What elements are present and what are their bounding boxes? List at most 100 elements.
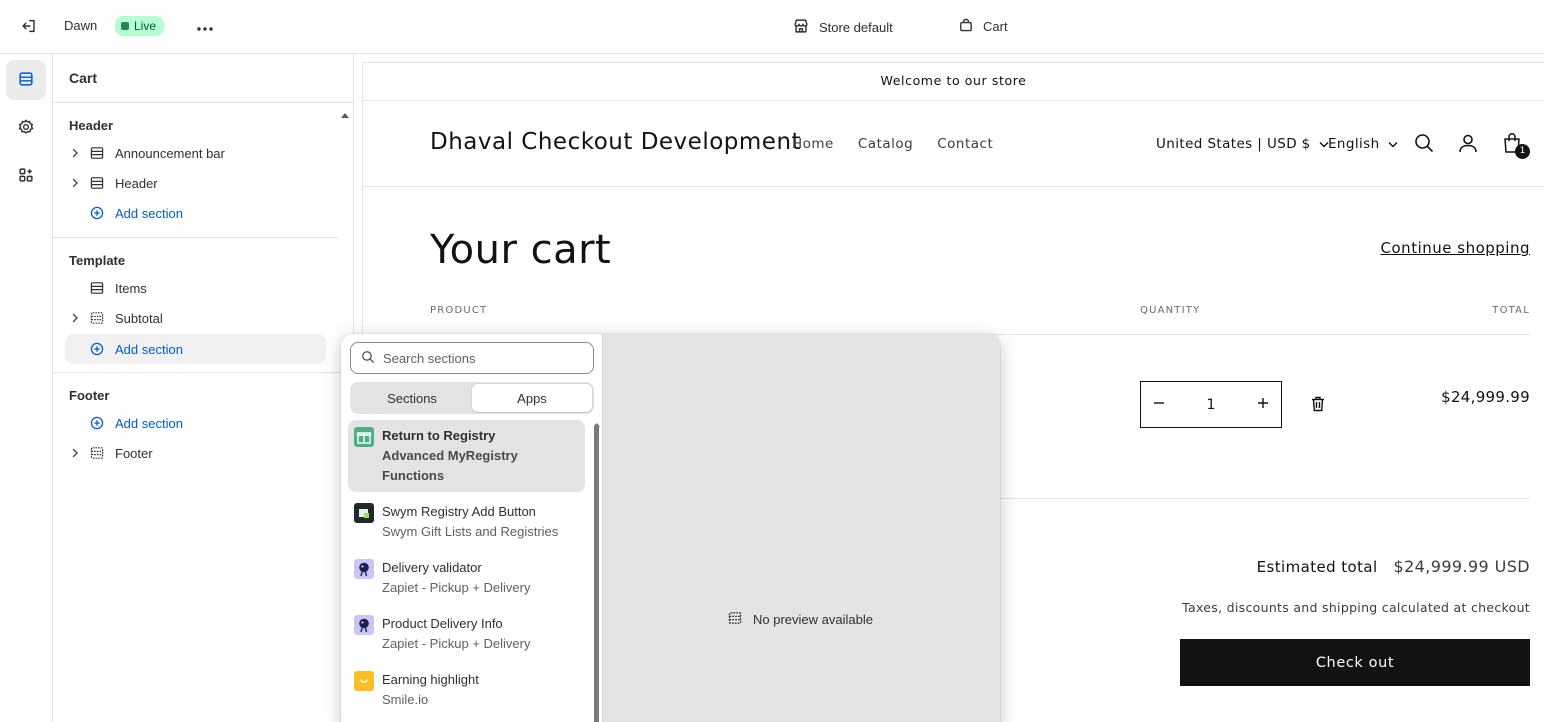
chevron-right-icon[interactable] xyxy=(65,308,85,328)
theme-name: Dawn xyxy=(64,18,98,33)
add-section-template-button[interactable]: Add section xyxy=(65,334,326,364)
search-icon[interactable] xyxy=(1412,131,1436,155)
swym-icon xyxy=(354,503,374,523)
picker-list: Sections Apps Return to Registry Advance… xyxy=(341,334,602,722)
app-block-delivery-validator[interactable]: Delivery validator Zapiet - Pickup + Del… xyxy=(348,552,585,604)
no-preview-label: No preview available xyxy=(753,612,873,627)
sections-icon xyxy=(17,70,35,91)
tab-apps[interactable]: Apps xyxy=(472,384,592,412)
ellipsis-icon xyxy=(196,20,214,35)
nav-home[interactable]: Home xyxy=(792,136,834,152)
editor-topbar: Dawn Live Store default Cart xyxy=(0,0,1544,54)
tree-item-items[interactable]: Items xyxy=(65,273,326,303)
tab-sections[interactable]: Sections xyxy=(352,384,472,412)
group-title-template: Template xyxy=(69,253,126,268)
add-section-footer-button[interactable]: Add section xyxy=(65,408,326,438)
page-selector[interactable]: Store default xyxy=(792,17,893,38)
quantity-stepper[interactable]: 1 xyxy=(1140,381,1282,428)
estimated-total-row: Estimated total $24,999.99 USD xyxy=(1257,557,1530,576)
nav-contact[interactable]: Contact xyxy=(937,136,993,152)
chevron-down-icon xyxy=(1388,136,1398,152)
section-icon xyxy=(87,173,107,193)
gift-icon xyxy=(354,427,374,447)
tree-item-label: Footer xyxy=(115,445,153,461)
app-block-earning-highlight[interactable]: Earning highlight Smile.io xyxy=(348,664,585,716)
rail-settings-button[interactable] xyxy=(6,108,46,148)
plus-icon[interactable] xyxy=(1257,397,1269,413)
panel-divider xyxy=(53,372,353,373)
search-sections-field[interactable] xyxy=(350,342,594,374)
app-block-product-delivery-info[interactable]: Product Delivery Info Zapiet - Pickup + … xyxy=(348,608,585,660)
nav-catalog[interactable]: Catalog xyxy=(858,136,913,152)
picker-tabs: Sections Apps xyxy=(350,382,594,414)
editor-rail xyxy=(0,54,53,722)
group-title-header: Header xyxy=(69,118,114,133)
live-badge-label: Live xyxy=(134,19,157,33)
bag-icon xyxy=(958,17,974,36)
add-section-picker: Sections Apps Return to Registry Advance… xyxy=(341,334,1000,722)
tree-item-header[interactable]: Header xyxy=(65,168,326,198)
quantity-value[interactable]: 1 xyxy=(1207,397,1216,413)
estimated-total-value: $24,999.99 USD xyxy=(1393,557,1530,576)
plus-circle-icon xyxy=(87,203,107,223)
announcement-bar: Welcome to our store xyxy=(363,63,1544,101)
tree-item-label: Header xyxy=(115,175,158,191)
panel-divider xyxy=(53,237,338,238)
smile-icon xyxy=(354,671,374,691)
chevron-right-icon[interactable] xyxy=(65,443,85,463)
section-icon xyxy=(87,278,107,298)
exit-button[interactable] xyxy=(16,14,42,40)
tree-item-announcement-bar[interactable]: Announcement bar xyxy=(65,138,326,168)
app-block-swym-registry[interactable]: Swym Registry Add Button Swym Gift Lists… xyxy=(348,496,585,548)
gear-icon xyxy=(17,118,35,139)
app-block-name: Earning highlight xyxy=(382,672,479,687)
continue-shopping-link[interactable]: Continue shopping xyxy=(1381,239,1530,257)
col-header-total: TOTAL xyxy=(1492,305,1530,316)
template-selector[interactable]: Cart xyxy=(958,17,1008,36)
tree-item-subtotal[interactable]: Subtotal xyxy=(65,303,326,333)
more-actions-button[interactable] xyxy=(192,14,218,40)
cart-count-badge: 1 xyxy=(1515,144,1530,159)
no-preview-message: No preview available xyxy=(727,610,873,629)
chevron-right-icon[interactable] xyxy=(65,143,85,163)
scroll-up-arrow-icon[interactable] xyxy=(340,107,350,118)
search-sections-input[interactable] xyxy=(383,350,573,366)
app-block-source: Smile.io xyxy=(382,692,429,707)
section-icon xyxy=(87,443,107,463)
tree-item-label: Subtotal xyxy=(115,310,163,326)
app-block-name: Delivery validator xyxy=(382,560,482,575)
rail-apps-button[interactable] xyxy=(6,156,46,196)
template-selector-label: Cart xyxy=(983,19,1008,34)
checkout-button[interactable]: Check out xyxy=(1180,639,1530,686)
app-block-source-cont: Functions xyxy=(382,468,445,483)
list-scrollbar[interactable] xyxy=(594,424,599,722)
plus-circle-icon xyxy=(87,339,107,359)
cart-title: Your cart xyxy=(430,227,612,273)
plus-circle-icon xyxy=(87,413,107,433)
language-label: English xyxy=(1328,136,1380,152)
group-title-footer: Footer xyxy=(69,388,110,403)
currency-selector[interactable]: United States | USD $ xyxy=(1156,136,1329,152)
store-logo[interactable]: Dhaval Checkout Development xyxy=(430,129,801,155)
col-header-quantity: QUANTITY xyxy=(1140,305,1201,316)
tree-item-footer[interactable]: Footer xyxy=(65,438,326,468)
picker-preview-pane: No preview available xyxy=(602,334,1000,722)
chevron-right-icon[interactable] xyxy=(65,173,85,193)
panel-divider xyxy=(53,102,353,103)
add-section-label: Add section xyxy=(115,205,183,221)
app-block-source: Advanced MyRegistry xyxy=(382,448,518,463)
line-item-total: $24,999.99 xyxy=(1441,388,1530,406)
app-block-return-to-registry[interactable]: Return to Registry Advanced MyRegistry F… xyxy=(348,420,585,492)
cart-icon[interactable]: 1 xyxy=(1500,131,1530,159)
col-header-product: PRODUCT xyxy=(430,305,488,316)
rail-sections-button[interactable] xyxy=(6,60,46,100)
account-icon[interactable] xyxy=(1456,131,1480,155)
apps-icon xyxy=(17,166,35,187)
trash-icon[interactable] xyxy=(1311,396,1325,416)
language-selector[interactable]: English xyxy=(1328,136,1398,152)
minus-icon[interactable] xyxy=(1153,397,1165,413)
add-section-header-button[interactable]: Add section xyxy=(65,198,326,228)
section-icon xyxy=(87,143,107,163)
sections-panel: Cart Header Announcement bar Header Add … xyxy=(53,54,354,722)
tree-item-label: Items xyxy=(115,280,147,296)
